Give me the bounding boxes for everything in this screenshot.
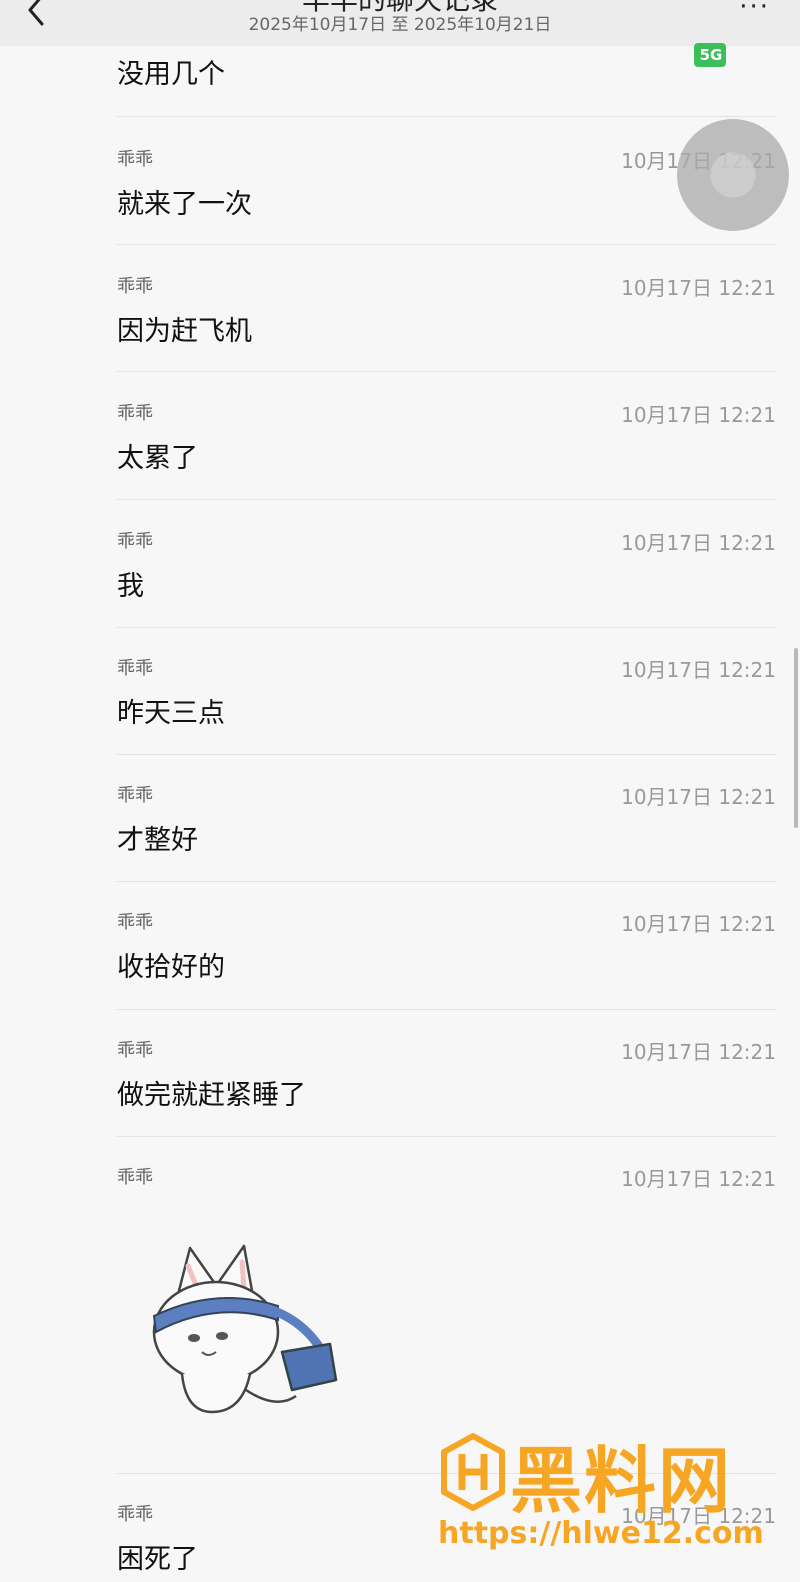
- sender-name: 乖乖: [117, 1504, 153, 1525]
- message-text: 昨天三点: [117, 698, 225, 729]
- divider: [117, 244, 776, 245]
- divider: [117, 1009, 776, 1010]
- message-text: 才整好: [117, 825, 198, 856]
- sender-name: 乖乖: [117, 276, 153, 297]
- watermark-url: https://hlwe12.com: [438, 1516, 764, 1551]
- message-text: 收拾好的: [117, 952, 225, 983]
- sender-name: 乖乖: [117, 149, 153, 170]
- message-time: 10月17日 12:21: [621, 785, 776, 809]
- sender-name: 乖乖: [117, 658, 153, 679]
- divider: [117, 371, 776, 372]
- assistive-touch-button[interactable]: [677, 119, 789, 231]
- sender-name: 乖乖: [117, 531, 153, 552]
- message-text: 困死了: [117, 1544, 198, 1575]
- divider: [117, 499, 776, 500]
- message-text: 因为赶飞机: [117, 316, 252, 347]
- scrollbar[interactable]: [794, 648, 798, 828]
- message-time: 10月17日 12:21: [621, 403, 776, 427]
- message-time: 10月17日 12:21: [621, 1040, 776, 1064]
- network-5g-badge: 5G: [694, 43, 726, 67]
- message-time: 10月17日 12:21: [621, 1167, 776, 1191]
- message-time: 10月17日 12:21: [621, 531, 776, 555]
- divider: [117, 881, 776, 882]
- divider: [117, 754, 776, 755]
- more-options-button[interactable]: ···: [739, 0, 770, 22]
- message-text: 我: [117, 571, 144, 602]
- message-text: 做完就赶紧睡了: [117, 1080, 306, 1111]
- message-text: 就来了一次: [117, 189, 252, 220]
- sender-name: 乖乖: [117, 403, 153, 424]
- message-text: 没用几个: [117, 59, 225, 90]
- cat-with-headband-sticker[interactable]: [146, 1240, 346, 1420]
- message-text: 太累了: [117, 443, 198, 474]
- sender-name: 乖乖: [117, 1167, 153, 1188]
- message-time: 10月17日 12:21: [621, 658, 776, 682]
- watermark-title: 黑料网: [510, 1439, 733, 1523]
- divider: [117, 627, 776, 628]
- sender-name: 乖乖: [117, 912, 153, 933]
- sender-name: 乖乖: [117, 1040, 153, 1061]
- message-time: 10月17日 12:21: [621, 276, 776, 300]
- watermark: 黑料网 https://hlwe12.com: [438, 1428, 778, 1558]
- watermark-logo-icon: [441, 1433, 505, 1511]
- chat-history-header: 华华的聊天记录 2025年10月17日 至 2025年10月21日 ···: [0, 0, 800, 46]
- date-range: 2025年10月17日 至 2025年10月21日: [248, 15, 552, 35]
- sender-name: 乖乖: [117, 785, 153, 806]
- divider: [117, 116, 776, 117]
- message-time: 10月17日 12:21: [621, 912, 776, 936]
- divider: [117, 1136, 776, 1137]
